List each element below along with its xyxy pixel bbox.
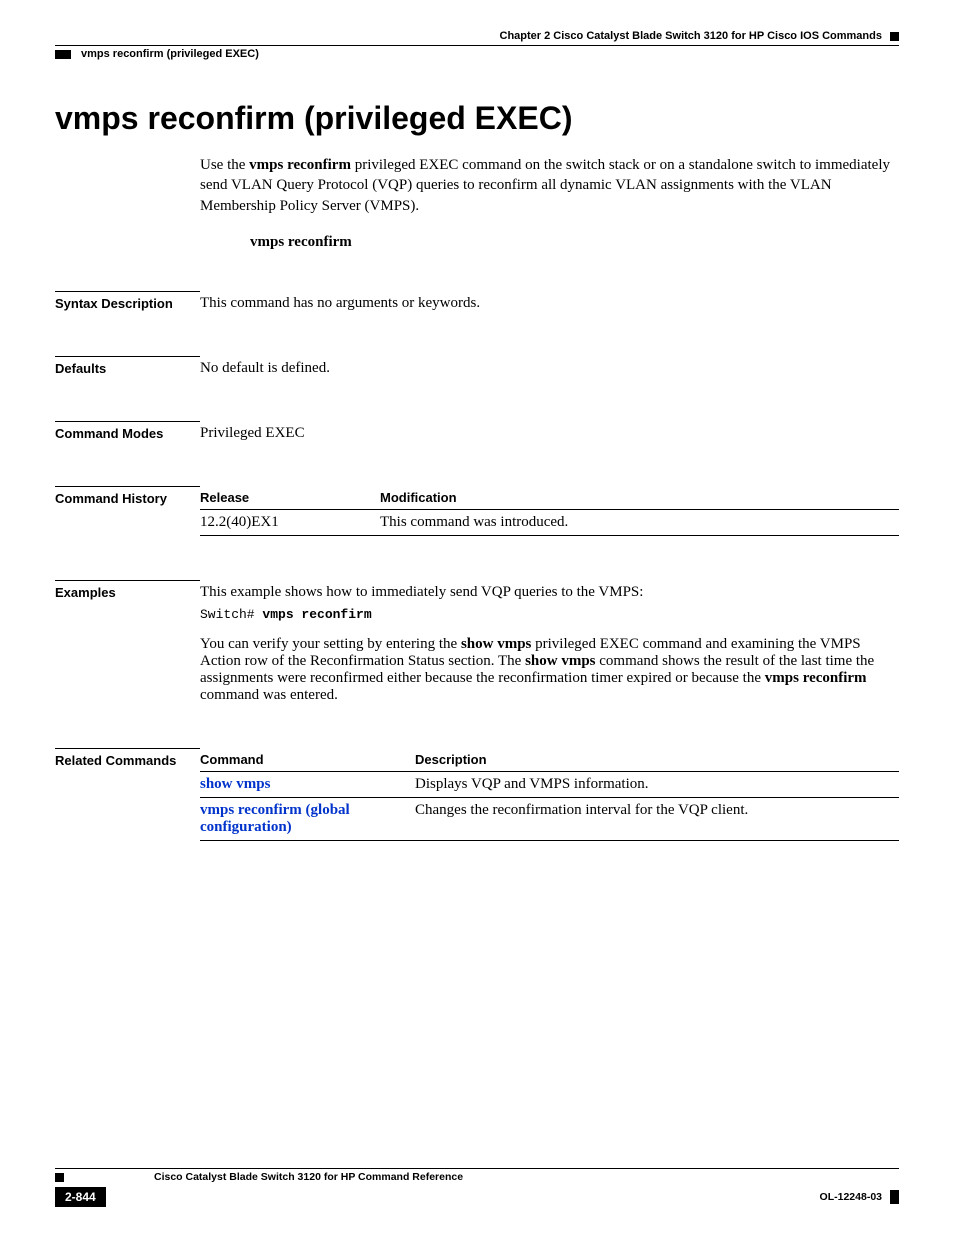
section-examples: Examples This example shows how to immed… bbox=[55, 580, 899, 704]
table-header-row: Command Description bbox=[200, 748, 899, 772]
section-content: This example shows how to immediately se… bbox=[200, 580, 899, 704]
code-prompt: Switch# bbox=[200, 607, 262, 622]
header-breadcrumb-line: vmps reconfirm (privileged EXEC) bbox=[55, 48, 899, 60]
page-title: vmps reconfirm (privileged EXEC) bbox=[55, 100, 899, 137]
intro-cmd: vmps reconfirm bbox=[249, 157, 351, 173]
table-header: Release bbox=[200, 486, 380, 510]
header-square-icon bbox=[890, 32, 899, 41]
page: Chapter 2 Cisco Catalyst Blade Switch 31… bbox=[0, 0, 954, 1235]
related-link[interactable]: vmps reconfirm (global configuration) bbox=[200, 802, 350, 835]
bold-text: show vmps bbox=[461, 636, 531, 652]
related-link[interactable]: show vmps bbox=[200, 776, 270, 792]
footer-square-icon bbox=[55, 1173, 64, 1182]
page-number: 2-844 bbox=[55, 1187, 106, 1207]
table-header: Command bbox=[200, 748, 415, 772]
footer-top: Cisco Catalyst Blade Switch 3120 for HP … bbox=[55, 1168, 899, 1183]
footer-bottom: 2-844 OL-12248-03 bbox=[55, 1187, 899, 1207]
section-command-modes: Command Modes Privileged EXEC bbox=[55, 421, 899, 442]
table-header: Description bbox=[415, 748, 899, 772]
syntax-command: vmps reconfirm bbox=[250, 234, 899, 251]
table-row: 12.2(40)EX1 This command was introduced. bbox=[200, 509, 899, 535]
section-content: Privileged EXEC bbox=[200, 421, 899, 442]
example-intro: This example shows how to immediately se… bbox=[200, 584, 899, 601]
table-cell: Changes the reconfirmation interval for … bbox=[415, 797, 899, 840]
section-related-commands: Related Commands Command Description sho… bbox=[55, 748, 899, 841]
related-table: Command Description show vmps Displays V… bbox=[200, 748, 899, 841]
footer-book-title: Cisco Catalyst Blade Switch 3120 for HP … bbox=[154, 1171, 463, 1183]
table-cell: 12.2(40)EX1 bbox=[200, 509, 380, 535]
bold-text: show vmps bbox=[525, 653, 595, 669]
intro-pre: Use the bbox=[200, 157, 249, 173]
section-content: This command has no arguments or keyword… bbox=[200, 291, 899, 312]
chapter-text: Chapter 2 Cisco Catalyst Blade Switch 31… bbox=[500, 30, 882, 42]
section-defaults: Defaults No default is defined. bbox=[55, 356, 899, 377]
table-header-row: Release Modification bbox=[200, 486, 899, 510]
history-table: Release Modification 12.2(40)EX1 This co… bbox=[200, 486, 899, 536]
section-label: Examples bbox=[55, 581, 200, 600]
table-row: show vmps Displays VQP and VMPS informat… bbox=[200, 771, 899, 797]
doc-id: OL-12248-03 bbox=[820, 1191, 882, 1203]
text: You can verify your setting by entering … bbox=[200, 636, 461, 652]
section-content: No default is defined. bbox=[200, 356, 899, 377]
table-header: Modification bbox=[380, 486, 899, 510]
table-row: vmps reconfirm (global configuration) Ch… bbox=[200, 797, 899, 840]
table-cell: Displays VQP and VMPS information. bbox=[415, 771, 899, 797]
intro-paragraph: Use the vmps reconfirm privileged EXEC c… bbox=[200, 155, 899, 216]
header-chapter-line: Chapter 2 Cisco Catalyst Blade Switch 31… bbox=[55, 30, 899, 46]
section-command-history: Command History Release Modification 12.… bbox=[55, 486, 899, 536]
table-cell: This command was introduced. bbox=[380, 509, 899, 535]
table-cell: show vmps bbox=[200, 771, 415, 797]
bold-text: vmps reconfirm bbox=[765, 670, 867, 686]
example-code: Switch# vmps reconfirm bbox=[200, 607, 899, 622]
code-command: vmps reconfirm bbox=[262, 607, 371, 622]
breadcrumb-text: vmps reconfirm (privileged EXEC) bbox=[81, 48, 259, 60]
footer-bar-icon bbox=[890, 1190, 899, 1204]
section-label: Command Modes bbox=[55, 422, 200, 441]
section-label: Related Commands bbox=[55, 749, 200, 768]
breadcrumb-square-icon bbox=[55, 50, 71, 59]
section-syntax-description: Syntax Description This command has no a… bbox=[55, 291, 899, 312]
table-cell: vmps reconfirm (global configuration) bbox=[200, 797, 415, 840]
section-label: Command History bbox=[55, 487, 200, 506]
section-label: Defaults bbox=[55, 357, 200, 376]
section-label: Syntax Description bbox=[55, 292, 200, 311]
text: command was entered. bbox=[200, 687, 338, 703]
example-paragraph: You can verify your setting by entering … bbox=[200, 636, 899, 704]
body: Use the vmps reconfirm privileged EXEC c… bbox=[200, 155, 899, 251]
footer: Cisco Catalyst Blade Switch 3120 for HP … bbox=[55, 1168, 899, 1207]
